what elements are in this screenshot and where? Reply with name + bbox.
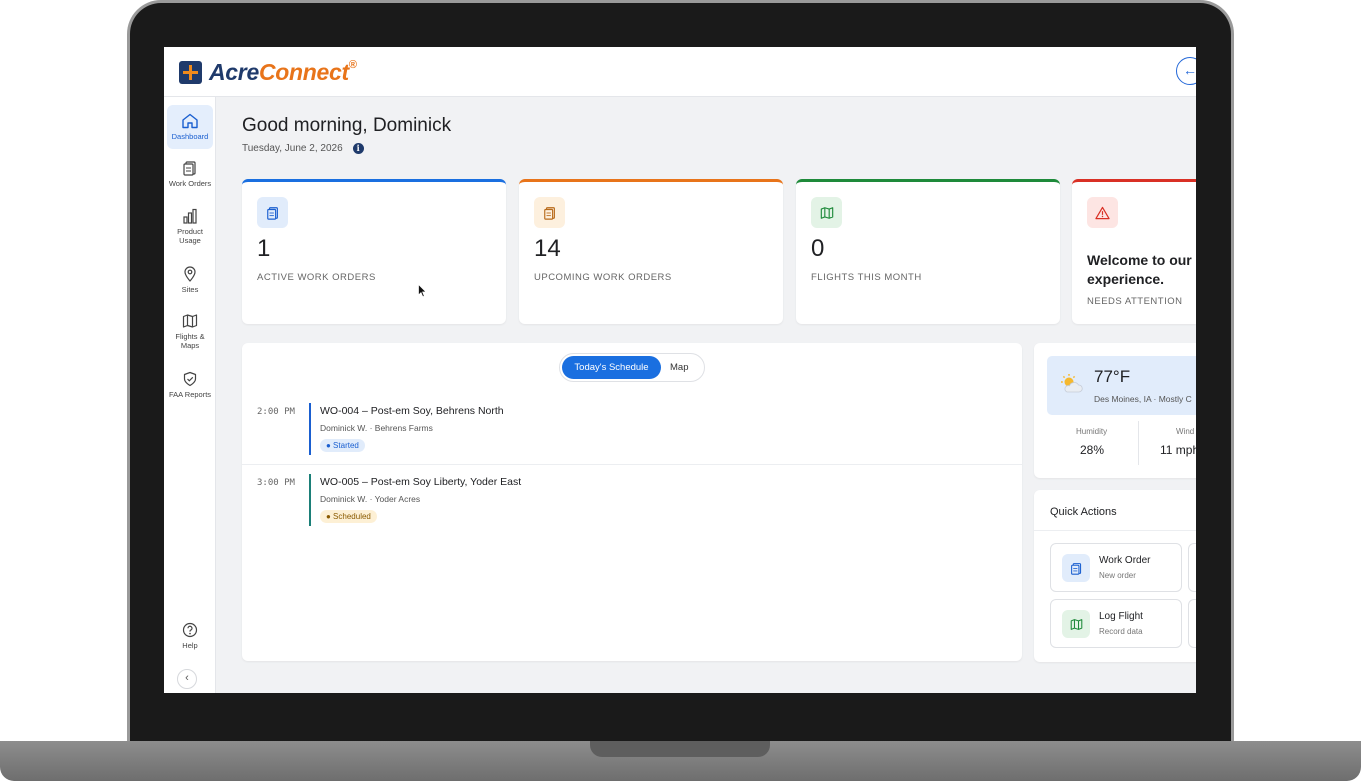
stat-value: 1 <box>257 235 271 262</box>
quick-action-sub: New order <box>1099 571 1136 580</box>
current-date: Tuesday, June 2, 2026 <box>242 143 343 154</box>
sidebar-item-flights-maps[interactable]: Flights & Maps <box>167 312 213 356</box>
map-pin-icon <box>184 266 196 282</box>
sidebar-item-work-orders[interactable]: Work Orders <box>167 159 213 193</box>
status-badge: ● Scheduled <box>320 510 377 523</box>
clipboard-icon <box>183 161 196 176</box>
map-icon <box>182 314 198 328</box>
tab-todays-schedule[interactable]: Today's Schedule <box>562 356 661 379</box>
stat-label: FLIGHTS THIS MONTH <box>811 272 922 283</box>
quick-action-button-partial[interactable] <box>1188 543 1196 592</box>
arrow-left-icon: ← <box>1183 62 1196 78</box>
row-divider <box>242 464 1022 465</box>
schedule-time: 3:00 PM <box>257 478 295 488</box>
quick-actions-title: Quick Actions <box>1050 506 1117 518</box>
schedule-status-bar <box>309 403 311 455</box>
quick-actions-card: Quick Actions Work Order New order Log F… <box>1034 490 1196 662</box>
schedule-title: WO-005 – Post-em Soy Liberty, Yoder East <box>320 476 522 488</box>
wind-value: 11 mph <box>1160 443 1196 457</box>
logo-text: AcreConnect® <box>209 59 357 85</box>
quick-action-button-partial[interactable] <box>1188 599 1196 648</box>
weather-location: Des Moines, IA · Mostly C <box>1094 394 1192 404</box>
sidebar-item-dashboard[interactable]: Dashboard <box>167 105 213 149</box>
schedule-item[interactable]: 2:00 PM WO-004 – Post-em Soy, Behrens No… <box>242 397 1022 468</box>
app-screen: AcreConnect® ← Dashboard Work Orders Pro… <box>164 47 1196 693</box>
weather-divider <box>1138 421 1139 465</box>
clipboard-icon <box>1062 554 1090 582</box>
sidebar-item-sites[interactable]: Sites <box>167 265 213 299</box>
collapse-sidebar-button[interactable]: ‹ <box>177 669 197 689</box>
schedule-title: WO-004 – Post-em Soy, Behrens North <box>320 405 504 417</box>
sidebar-item-help[interactable]: Help <box>167 621 213 655</box>
weather-summary: 77°F Des Moines, IA · Mostly C <box>1047 356 1196 415</box>
weather-card: 77°F Des Moines, IA · Mostly C Humidity … <box>1034 343 1196 478</box>
clipboard-icon <box>534 197 565 228</box>
stat-card-active-work-orders[interactable]: 1 ACTIVE WORK ORDERS <box>242 179 506 324</box>
stat-card-needs-attention[interactable]: Welcome to our experience. NEEDS ATTENTIO… <box>1072 179 1196 324</box>
quick-action-sub: Record data <box>1099 627 1143 636</box>
schedule-panel: Today's Schedule Map 2:00 PM WO-004 – Po… <box>242 343 1022 661</box>
laptop-notch <box>590 741 770 757</box>
sign-out-button[interactable]: ← <box>1176 57 1196 85</box>
status-badge: ● Started <box>320 439 365 452</box>
stat-label: NEEDS ATTENTION <box>1087 296 1183 307</box>
date-line: Tuesday, June 2, 2026 i <box>242 143 364 154</box>
sidebar: Dashboard Work Orders Product Usage Site… <box>164 97 216 693</box>
mouse-cursor-icon <box>418 284 427 298</box>
stat-value: 0 <box>811 235 825 262</box>
schedule-item[interactable]: 3:00 PM WO-005 – Post-em Soy Liberty, Yo… <box>242 468 1022 539</box>
partly-sunny-icon <box>1061 374 1083 393</box>
stat-label: UPCOMING WORK ORDERS <box>534 272 672 283</box>
wind-label: Wind <box>1176 427 1195 436</box>
log-flight-button[interactable]: Log Flight Record data <box>1050 599 1182 648</box>
warning-icon <box>1087 197 1118 228</box>
schedule-status-bar <box>309 474 311 526</box>
map-icon <box>811 197 842 228</box>
schedule-time: 2:00 PM <box>257 407 295 417</box>
schedule-view-toggle: Today's Schedule Map <box>559 353 705 382</box>
humidity-label: Humidity <box>1076 427 1108 436</box>
help-icon <box>182 622 198 638</box>
info-icon[interactable]: i <box>352 143 364 154</box>
stat-value: 14 <box>534 235 561 262</box>
stat-card-upcoming-work-orders[interactable]: 14 UPCOMING WORK ORDERS <box>519 179 783 324</box>
quick-action-label: Log Flight <box>1099 611 1143 622</box>
page-title: Good morning, Dominick <box>242 115 452 136</box>
app-logo[interactable]: AcreConnect® <box>179 59 357 86</box>
schedule-subtitle: Dominick W. · Yoder Acres <box>320 494 421 504</box>
schedule-subtitle: Dominick W. · Behrens Farms <box>320 423 433 433</box>
clipboard-icon <box>257 197 288 228</box>
quick-action-label: Work Order <box>1099 555 1151 566</box>
logo-mark-icon <box>179 61 202 84</box>
top-bar: AcreConnect® ← <box>164 47 1196 97</box>
tab-map[interactable]: Map <box>670 356 688 379</box>
divider <box>1034 530 1196 531</box>
stat-label: ACTIVE WORK ORDERS <box>257 272 376 283</box>
stat-card-flights-this-month[interactable]: 0 FLIGHTS THIS MONTH <box>796 179 1060 324</box>
stat-title: Welcome to our experience. <box>1087 252 1192 287</box>
chevron-left-icon: ‹ <box>185 672 189 684</box>
home-icon <box>182 113 198 129</box>
map-icon <box>1062 610 1090 638</box>
bar-chart-icon <box>183 208 197 224</box>
weather-temperature: 77°F <box>1094 367 1131 386</box>
sidebar-item-faa-reports[interactable]: FAA Reports <box>167 370 213 404</box>
sidebar-item-product-usage[interactable]: Product Usage <box>167 207 213 251</box>
shield-check-icon <box>183 371 197 387</box>
humidity-value: 28% <box>1080 443 1105 457</box>
new-work-order-button[interactable]: Work Order New order <box>1050 543 1182 592</box>
